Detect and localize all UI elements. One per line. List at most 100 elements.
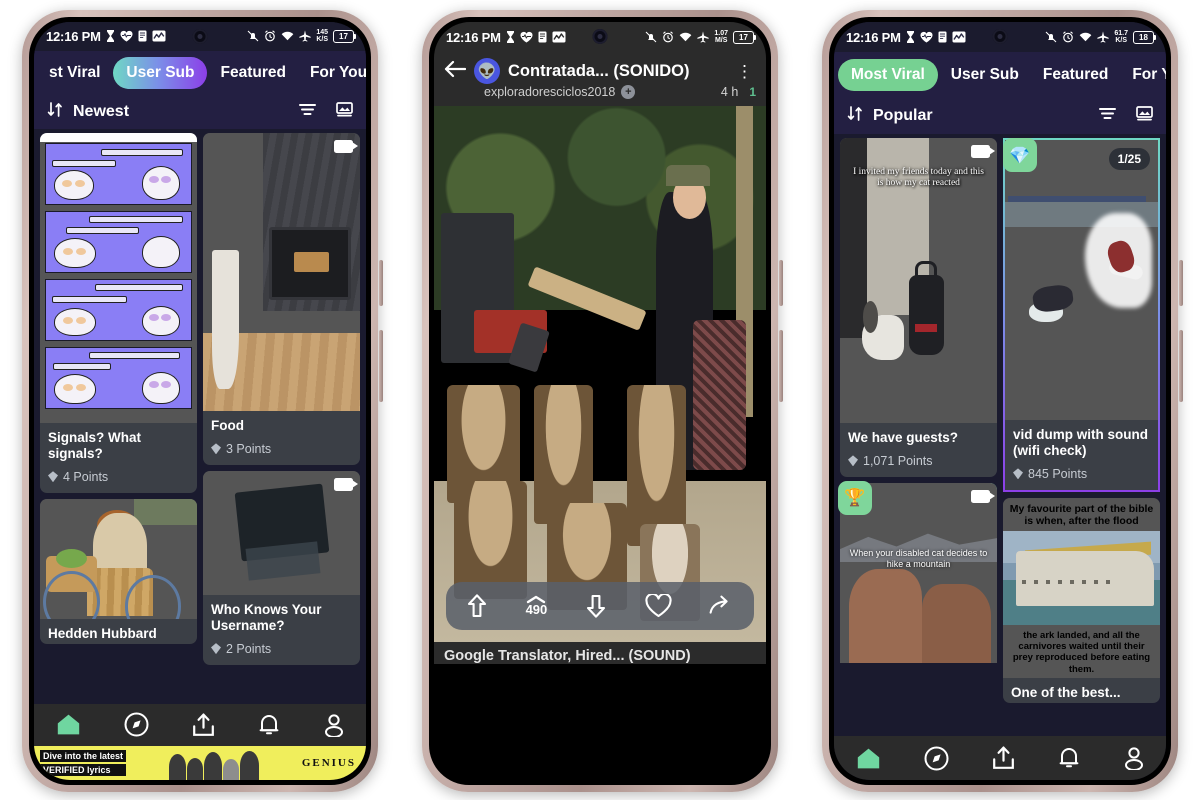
data-rate-indicator: 61.7 K/S [1114, 30, 1128, 44]
front-camera-punchhole [992, 29, 1008, 44]
post-thumbnail: My favourite part of the bible is when, … [1003, 497, 1160, 678]
filter-icon[interactable] [299, 103, 316, 121]
tab-featured[interactable]: Featured [1032, 59, 1119, 91]
phone-1-volume-button[interactable] [379, 330, 383, 402]
note-icon [938, 31, 947, 43]
phone-device-2: 12:16 PM 1.07 M/S 17 👽 Contratada... (SO… [416, 0, 784, 800]
compass-icon[interactable] [924, 746, 949, 771]
upload-icon[interactable] [992, 746, 1015, 770]
bell-icon[interactable] [1058, 746, 1080, 770]
points-gem-icon [211, 443, 221, 455]
post-thumbnail [203, 132, 360, 411]
post-timestamp: 4 h [720, 85, 739, 99]
hourglass-icon [906, 31, 915, 43]
post-meta: vid dump with sound (wifi check) 845 Poi… [1005, 420, 1158, 490]
category-tabs-3: Most Viral User Sub Featured For Y [834, 52, 1166, 98]
status-bar-left-1: 12:16 PM [46, 29, 166, 44]
compass-icon[interactable] [124, 712, 149, 737]
tab-most-viral[interactable]: Most Viral [838, 59, 938, 91]
post-title: Hedden Hubbard [48, 625, 157, 641]
ad-line-1: Dive into the latest [40, 749, 127, 762]
ad-brand-label: GENIUS [301, 756, 356, 769]
post-card[interactable]: Food 3 Points [203, 132, 360, 465]
status-bar-right-1: 145 K/S 17 [247, 29, 356, 44]
sort-updown-icon[interactable] [847, 106, 863, 126]
share-button[interactable] [709, 595, 735, 617]
tab-user-sub[interactable]: User Sub [940, 59, 1030, 91]
screenshot-canvas: 12:16 PM 145 K/S 17 st Viral User Sub Fe… [0, 0, 1200, 800]
phone-2-power-button[interactable] [779, 260, 783, 306]
plus-icon[interactable]: + [621, 85, 636, 99]
bell-icon[interactable] [258, 713, 280, 737]
trophy-sunglasses-badge-icon: 🏆 [838, 480, 872, 515]
status-bar-right-2: 1.07 M/S 17 [645, 30, 756, 44]
post-points: 4 Points [48, 470, 189, 484]
sort-label[interactable]: Newest [73, 103, 129, 121]
phone-1-power-button[interactable] [379, 260, 383, 306]
heart-pulse-icon [520, 31, 533, 43]
feed-grid-3[interactable]: I invited my friends today and this is h… [834, 134, 1166, 736]
data-rate-indicator: 145 K/S [316, 29, 328, 44]
post-card[interactable]: Who Knows Your Username? 2 Points [203, 470, 360, 665]
post-card[interactable]: My favourite part of the bible is when, … [1003, 497, 1160, 703]
post-title: Signals? What signals? [48, 429, 142, 461]
tab-user-sub[interactable]: User Sub [113, 56, 208, 89]
ad-banner[interactable]: Dive into the latest VERIFIED lyrics GEN… [34, 745, 366, 780]
person-icon[interactable] [1123, 746, 1145, 770]
phone-2-volume-button[interactable] [779, 330, 783, 402]
activity-graph-icon [552, 31, 566, 43]
post-title: Who Knows Your Username? [211, 601, 322, 633]
post-card[interactable]: Hedden Hubbard [40, 498, 197, 644]
clock-label: 12:16 PM [446, 29, 501, 45]
notifications-off-icon [1045, 31, 1057, 43]
layout-image-icon[interactable] [1136, 106, 1153, 126]
favorite-button[interactable] [645, 594, 672, 618]
phone-3-screen: 12:16 PM 61.7 K/S 18 Most Viral User Sub… [834, 22, 1166, 780]
category-tabs-1: st Viral User Sub Featured For You [34, 50, 366, 95]
hourglass-icon [506, 31, 515, 43]
tab-for-you[interactable]: For You [299, 57, 366, 89]
vote-count: 490 [526, 595, 547, 617]
post-card[interactable]: I invited my friends today and this is h… [840, 138, 997, 477]
tab-most-viral[interactable]: st Viral [38, 57, 111, 89]
points-gem-icon [848, 455, 858, 467]
sort-label[interactable]: Popular [873, 107, 933, 125]
post-title: Food [211, 417, 244, 433]
tab-for-you[interactable]: For Y [1121, 59, 1166, 91]
feed-column-left-3: I invited my friends today and this is h… [838, 138, 997, 736]
layout-image-icon[interactable] [336, 101, 353, 122]
upvote-button[interactable] [465, 593, 489, 619]
downvote-button[interactable] [584, 593, 608, 619]
tab-featured[interactable]: Featured [209, 57, 296, 89]
post-points: 2 Points [211, 642, 352, 656]
sort-updown-icon[interactable] [47, 101, 63, 122]
note-icon [538, 31, 547, 43]
status-bar-3: 12:16 PM 61.7 K/S 18 [834, 22, 1166, 52]
feed-grid-1[interactable]: Signals? What signals? 4 Points Hedden H… [34, 128, 366, 704]
phone-2-screen: 12:16 PM 1.07 M/S 17 👽 Contratada... (SO… [434, 22, 766, 780]
alarm-icon [264, 30, 276, 42]
filter-icon[interactable] [1099, 107, 1116, 125]
status-bar-1: 12:16 PM 145 K/S 17 [34, 22, 366, 51]
phone-3-bezel: 12:16 PM 61.7 K/S 18 Most Viral User Sub… [829, 17, 1171, 785]
person-icon[interactable] [323, 713, 345, 737]
back-arrow-icon[interactable] [444, 60, 467, 83]
post-card[interactable]: 💎 1/25 vid dump with sound (wifi check) … [1003, 138, 1160, 492]
points-gem-icon [48, 471, 58, 483]
ad-image [126, 746, 302, 780]
video-indicator-icon [334, 139, 358, 153]
post-card[interactable]: Signals? What signals? 4 Points [40, 132, 197, 493]
phone-3-power-button[interactable] [1179, 260, 1183, 306]
post-thumbnail [203, 470, 360, 595]
activity-graph-icon [952, 31, 966, 43]
post-meta: One of the best... [1003, 678, 1160, 703]
home-icon[interactable] [856, 747, 881, 770]
post-username[interactable]: exploradoresciclos2018 [484, 85, 615, 99]
post-card[interactable]: 🏆 When your disabled cat decides to hike… [838, 480, 997, 663]
more-options-icon[interactable]: ⋮ [733, 63, 756, 80]
alien-avatar-icon[interactable]: 👽 [474, 58, 500, 84]
phone-3-volume-button[interactable] [1179, 330, 1183, 402]
upload-icon[interactable] [192, 713, 215, 737]
post-media-viewer[interactable]: 490 [434, 106, 766, 642]
home-icon[interactable] [56, 713, 81, 736]
